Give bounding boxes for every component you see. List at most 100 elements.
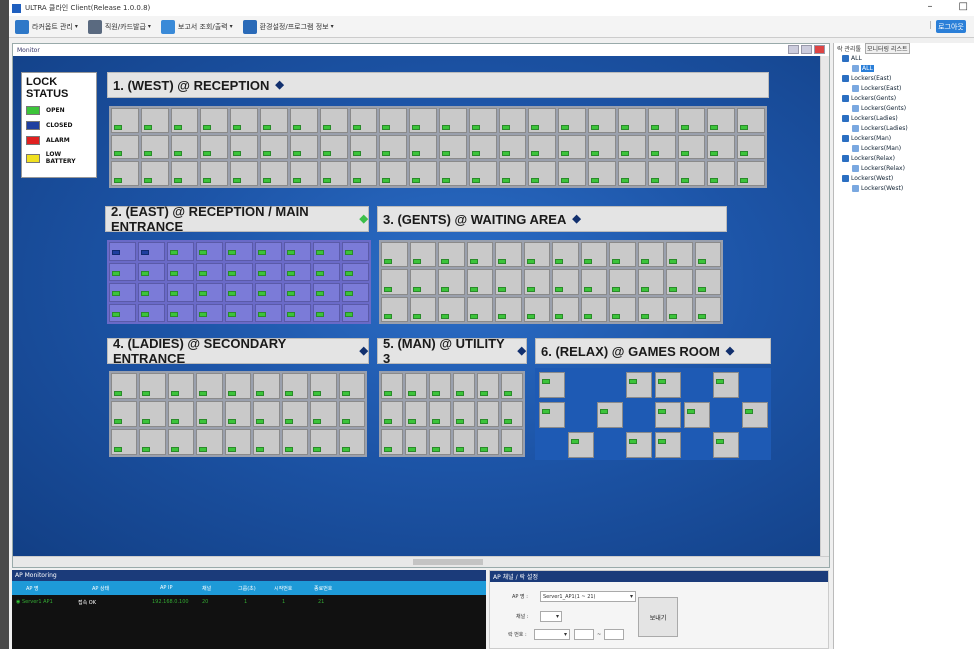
- menu-settings[interactable]: 환경설정/프로그램 정보 ▾: [242, 19, 334, 34]
- locker-cell[interactable]: [655, 402, 681, 428]
- locker-cell[interactable]: [694, 296, 721, 322]
- tree-node[interactable]: Lockers(Man): [852, 145, 901, 152]
- locker-cell[interactable]: [253, 429, 280, 455]
- locker-cell[interactable]: [626, 372, 652, 398]
- locker-cell[interactable]: [349, 134, 378, 160]
- menu-locker-manage[interactable]: 라커옵트 관리 ▾: [15, 19, 78, 34]
- locker-cell[interactable]: [666, 269, 693, 295]
- locker-cell[interactable]: [677, 161, 706, 186]
- locker-cell[interactable]: [552, 242, 579, 268]
- locker-cell[interactable]: [200, 161, 229, 186]
- locker-cell[interactable]: [109, 283, 137, 302]
- locker-cell[interactable]: [379, 134, 408, 160]
- tree-node[interactable]: Lockers(West): [842, 175, 893, 182]
- locker-cell[interactable]: [230, 134, 259, 160]
- locker-cell[interactable]: [453, 429, 475, 455]
- locker-cell[interactable]: [111, 108, 139, 133]
- locker-cell[interactable]: [283, 242, 311, 261]
- locker-cell[interactable]: [381, 373, 403, 399]
- locker-cell[interactable]: [224, 401, 252, 427]
- locker-cell[interactable]: [539, 372, 565, 398]
- locker-cell[interactable]: [111, 161, 139, 186]
- locker-cell[interactable]: [429, 373, 451, 399]
- locker-cell[interactable]: [498, 108, 527, 133]
- locker-cell[interactable]: [139, 401, 166, 427]
- locker-cell[interactable]: [501, 373, 523, 399]
- locker-cell[interactable]: [283, 283, 311, 302]
- logout-button[interactable]: 로그아웃: [936, 20, 966, 33]
- locker-cell[interactable]: [253, 373, 280, 399]
- locker-cell[interactable]: [196, 401, 223, 427]
- locker-cell[interactable]: [666, 296, 693, 322]
- locker-cell[interactable]: [341, 283, 369, 302]
- locker-cell[interactable]: [338, 401, 365, 427]
- tree-node[interactable]: Lockers(Relax): [842, 155, 895, 162]
- locker-cell[interactable]: [523, 296, 550, 322]
- locker-cell[interactable]: [684, 402, 710, 428]
- locker-cell[interactable]: [140, 108, 169, 133]
- locker-cell[interactable]: [381, 269, 408, 295]
- locker-cell[interactable]: [253, 401, 280, 427]
- locker-cell[interactable]: [138, 283, 166, 302]
- locker-cell[interactable]: [588, 108, 616, 133]
- tab-monitoring-list[interactable]: 모니터링 리스트: [865, 43, 910, 54]
- locker-cell[interactable]: [341, 303, 369, 322]
- locker-cell[interactable]: [109, 242, 137, 261]
- locker-cell[interactable]: [439, 108, 467, 133]
- monitor-restore-button[interactable]: [801, 45, 812, 54]
- locker-cell[interactable]: [597, 402, 623, 428]
- channel-select[interactable]: [540, 611, 562, 622]
- locker-cell[interactable]: [138, 242, 166, 261]
- locker-cell[interactable]: [528, 134, 557, 160]
- locker-cell[interactable]: [568, 432, 594, 458]
- locker-cell[interactable]: [477, 373, 499, 399]
- locker-cell[interactable]: [381, 242, 408, 268]
- locker-cell[interactable]: [742, 402, 768, 428]
- locker-cell[interactable]: [254, 262, 282, 281]
- locker-cell[interactable]: [409, 161, 437, 186]
- locker-cell[interactable]: [349, 161, 378, 186]
- locker-cell[interactable]: [196, 429, 223, 455]
- locker-cell[interactable]: [230, 108, 259, 133]
- locker-cell[interactable]: [713, 372, 739, 398]
- locker-cell[interactable]: [225, 303, 253, 322]
- zone-east-header[interactable]: 2. (EAST) @ RECEPTION / MAIN ENTRANCE ◆: [105, 204, 369, 234]
- locker-cell[interactable]: [260, 108, 288, 133]
- locker-cell[interactable]: [319, 161, 348, 186]
- lock-end-input[interactable]: [604, 629, 625, 640]
- ap-select[interactable]: Server1_AP1(1 ~ 21): [540, 591, 636, 602]
- locker-cell[interactable]: [468, 108, 497, 133]
- locker-cell[interactable]: [109, 262, 137, 281]
- locker-cell[interactable]: [580, 242, 607, 268]
- tree-node[interactable]: Lockers(Relax): [852, 165, 905, 172]
- locker-cell[interactable]: [498, 161, 527, 186]
- tree-node[interactable]: Lockers(Ladies): [852, 125, 908, 132]
- locker-cell[interactable]: [138, 303, 166, 322]
- locker-cell[interactable]: [647, 161, 676, 186]
- locker-cell[interactable]: [111, 401, 138, 427]
- locker-cell[interactable]: [381, 429, 403, 455]
- locker-cell[interactable]: [558, 161, 587, 186]
- table-row[interactable]: ◉ Server1 AP1 접속 OK 192.168.0.100 20 1 1…: [12, 595, 486, 609]
- locker-cell[interactable]: [111, 429, 138, 455]
- locker-cell[interactable]: [523, 269, 550, 295]
- locker-cell[interactable]: [200, 134, 229, 160]
- locker-cell[interactable]: [637, 269, 664, 295]
- locker-cell[interactable]: [310, 401, 337, 427]
- locker-cell[interactable]: [737, 134, 765, 160]
- locker-cell[interactable]: [647, 134, 676, 160]
- tree-node[interactable]: Lockers(Man): [842, 135, 891, 142]
- locker-cell[interactable]: [495, 269, 522, 295]
- locker-cell[interactable]: [283, 303, 311, 322]
- locker-cell[interactable]: [381, 401, 403, 427]
- tree-node[interactable]: ALL: [852, 65, 874, 72]
- locker-cell[interactable]: [111, 134, 139, 160]
- locker-cell[interactable]: [439, 134, 467, 160]
- locker-cell[interactable]: [609, 296, 636, 322]
- locker-cell[interactable]: [409, 242, 436, 268]
- locker-cell[interactable]: [501, 429, 523, 455]
- locker-cell[interactable]: [694, 269, 721, 295]
- locker-cell[interactable]: [312, 303, 340, 322]
- locker-cell[interactable]: [196, 373, 223, 399]
- locker-cell[interactable]: [139, 429, 166, 455]
